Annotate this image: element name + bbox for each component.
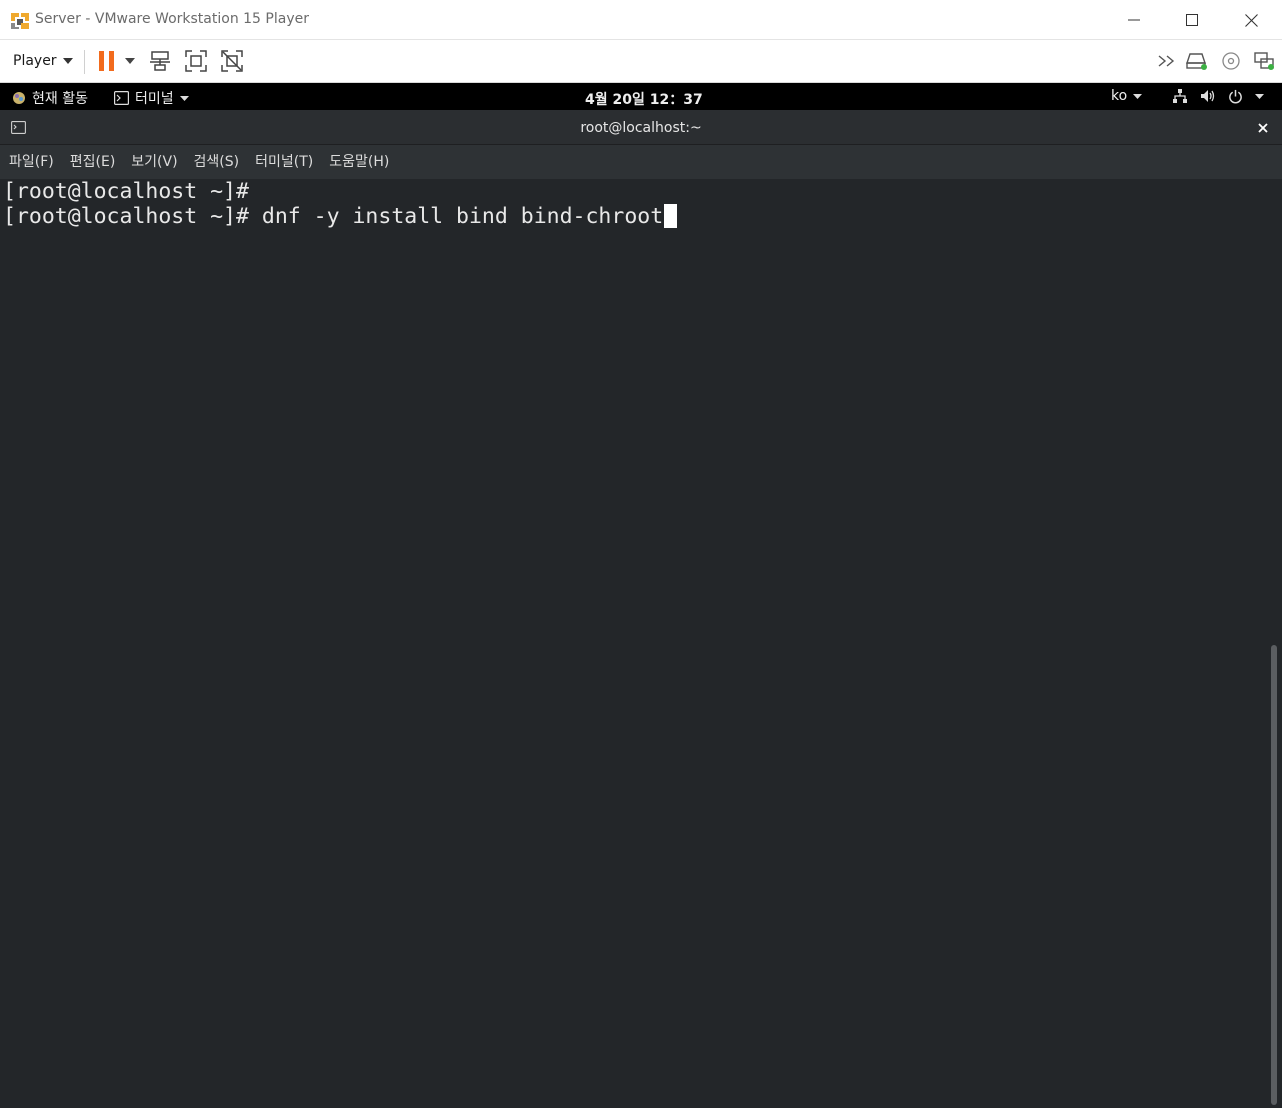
volume-icon bbox=[1201, 90, 1215, 102]
terminal-icon bbox=[114, 91, 129, 105]
menu-edit[interactable]: 편집(E) bbox=[64, 149, 122, 175]
network-adapter-icon bbox=[1254, 52, 1274, 70]
window-title: Server - VMware Workstation 15 Player bbox=[35, 11, 309, 27]
network-wired-icon bbox=[1173, 89, 1187, 103]
pause-button[interactable] bbox=[95, 47, 119, 75]
clock[interactable]: 4월 20일 12：37 bbox=[585, 89, 703, 109]
window-titlebar: Server - VMware Workstation 15 Player bbox=[0, 0, 1282, 40]
terminal-output[interactable]: [root@localhost ~]# [root@localhost ~]# … bbox=[0, 179, 1282, 1108]
input-language-label: ko bbox=[1111, 88, 1128, 104]
chevron-down-icon bbox=[179, 95, 189, 101]
app-menu-button[interactable]: 터미널 bbox=[114, 88, 189, 108]
close-icon bbox=[1258, 123, 1268, 133]
close-icon bbox=[1244, 13, 1258, 27]
scrollbar-thumb[interactable] bbox=[1271, 645, 1277, 1105]
maximize-button[interactable] bbox=[1163, 0, 1221, 40]
gnome-top-bar: 현재 활동 터미널 4월 20일 12：37 ko bbox=[0, 83, 1282, 110]
cd-dvd-device-button[interactable] bbox=[1219, 47, 1243, 75]
send-ctrl-alt-del-button[interactable] bbox=[146, 47, 174, 75]
player-menu-button[interactable]: Player bbox=[7, 48, 79, 74]
chevron-down-icon bbox=[1255, 93, 1264, 99]
power-icon bbox=[1229, 89, 1242, 103]
chevron-down-icon bbox=[62, 58, 73, 64]
more-devices-button[interactable] bbox=[1156, 47, 1178, 75]
player-toolbar: Player bbox=[0, 40, 1282, 83]
pause-icon bbox=[99, 51, 114, 71]
terminal-menubar: 파일(F) 편집(E) 보기(V) 검색(S) 터미널(T) 도움말(H) bbox=[0, 145, 1282, 179]
chevron-down-icon bbox=[125, 58, 135, 64]
maximize-icon bbox=[1186, 14, 1198, 26]
terminal-line-text: [root@localhost ~]# dnf -y install bind … bbox=[3, 204, 664, 229]
terminal-headerbar: root@localhost:~ bbox=[0, 110, 1282, 145]
system-menu[interactable] bbox=[1172, 88, 1264, 104]
menu-file[interactable]: 파일(F) bbox=[3, 149, 60, 175]
unity-icon bbox=[221, 50, 243, 72]
hard-disk-device-button[interactable] bbox=[1185, 47, 1209, 75]
terminal-line-text: [root@localhost ~]# bbox=[3, 179, 249, 204]
activities-icon bbox=[13, 92, 25, 104]
input-language-indicator[interactable]: ko bbox=[1111, 88, 1143, 104]
minimize-icon bbox=[1128, 19, 1140, 21]
hard-disk-icon bbox=[1186, 53, 1207, 70]
menu-help[interactable]: 도움말(H) bbox=[323, 149, 395, 175]
network-adapter-device-button[interactable] bbox=[1252, 47, 1276, 75]
activities-button[interactable]: 현재 활동 bbox=[12, 88, 88, 108]
terminal-close-button[interactable] bbox=[1254, 119, 1272, 137]
pause-dropdown-button[interactable] bbox=[122, 47, 138, 75]
activities-label: 현재 활동 bbox=[32, 91, 88, 107]
unity-button[interactable] bbox=[218, 47, 246, 75]
menu-terminal[interactable]: 터미널(T) bbox=[249, 149, 319, 175]
minimize-button[interactable] bbox=[1105, 0, 1163, 40]
double-chevron-right-icon bbox=[1158, 55, 1175, 67]
menu-view[interactable]: 보기(V) bbox=[125, 149, 183, 175]
terminal-line: [root@localhost ~]# bbox=[3, 179, 249, 204]
fullscreen-icon bbox=[185, 50, 207, 72]
toolbar-divider bbox=[84, 50, 85, 74]
fullscreen-button[interactable] bbox=[182, 47, 210, 75]
terminal-cursor bbox=[664, 204, 678, 228]
app-menu-label: 터미널 bbox=[135, 91, 174, 107]
terminal-title: root@localhost:~ bbox=[580, 120, 702, 136]
cd-dvd-icon bbox=[1222, 52, 1240, 70]
menu-search[interactable]: 검색(S) bbox=[188, 149, 246, 175]
vmware-logo-icon bbox=[10, 10, 30, 30]
send-ctrl-alt-del-icon bbox=[150, 51, 170, 71]
chevron-down-icon bbox=[1133, 93, 1143, 99]
player-menu-label: Player bbox=[13, 53, 57, 69]
close-button[interactable] bbox=[1222, 0, 1280, 40]
terminal-line: [root@localhost ~]# dnf -y install bind … bbox=[3, 204, 678, 229]
vm-screen[interactable]: 현재 활동 터미널 4월 20일 12：37 ko root@localhost… bbox=[0, 83, 1282, 1108]
